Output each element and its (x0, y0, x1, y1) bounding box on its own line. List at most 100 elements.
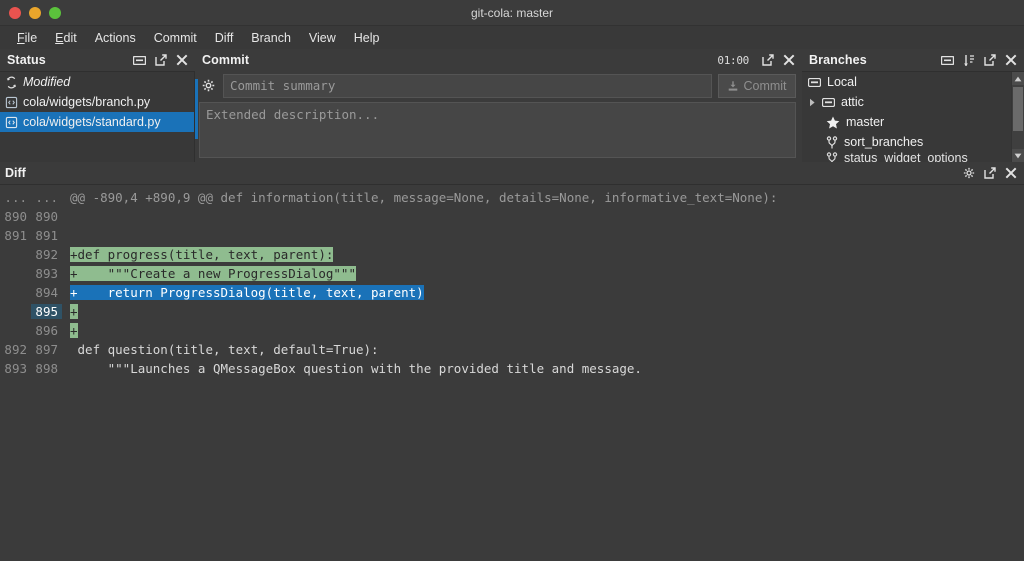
window-controls (0, 6, 61, 19)
commit-description-input[interactable] (199, 102, 796, 158)
status-row-branch-py[interactable]: cola/widgets/branch.py (0, 92, 195, 112)
branch-group-icon (808, 77, 821, 87)
status-panel: Status Modified cola/widgets/branch.py c… (0, 49, 195, 162)
diff-gutter-new: 891 (35, 228, 58, 243)
diff-line-text: + (70, 304, 78, 319)
status-group-modified[interactable]: Modified (0, 72, 195, 92)
commit-panel: Commit 01:00 Commit summary Commit Exten… (195, 49, 802, 162)
diff-hunk-header: ... ... @@ -890,4 +890,9 @@ def informat… (0, 188, 1024, 207)
menu-file[interactable]: File (8, 29, 46, 47)
status-row-label: cola/widgets/branch.py (23, 95, 151, 109)
branches-row-sort-branches[interactable]: sort_branches (802, 132, 1011, 152)
status-row-standard-py[interactable]: cola/widgets/standard.py (0, 112, 195, 132)
commit-panel-title: Commit (202, 53, 250, 67)
close-icon[interactable] (1005, 167, 1017, 179)
close-dot[interactable] (9, 6, 21, 19)
diff-row[interactable]: 892 897 def question(title, text, defaul… (0, 340, 1024, 359)
diff-gutter-new: 892 (35, 247, 58, 262)
close-icon[interactable] (176, 54, 188, 66)
minimize-icon[interactable] (133, 55, 146, 65)
menu-actions[interactable]: Actions (86, 29, 145, 47)
scrollbar-thumb[interactable] (1013, 87, 1023, 131)
diff-line-text: + """Create a new ProgressDialog""" (70, 266, 356, 281)
diff-row-added[interactable]: 893 + """Create a new ProgressDialog""" (0, 264, 1024, 283)
detach-icon[interactable] (155, 54, 167, 66)
status-group-label: Modified (23, 75, 71, 89)
minimize-icon[interactable] (941, 55, 954, 65)
commit-summary-input[interactable] (223, 73, 712, 98)
sort-icon[interactable] (963, 54, 975, 67)
diff-gutter-old: 890 (4, 209, 27, 224)
diff-gutter-new: 890 (35, 209, 58, 224)
close-icon[interactable] (1005, 54, 1017, 66)
branches-row-label: master (846, 115, 885, 129)
diff-panel-title: Diff (5, 166, 26, 180)
commit-icon (727, 80, 739, 92)
commit-body: Commit (195, 71, 802, 162)
diff-line-text: + (70, 323, 78, 338)
gear-icon[interactable] (963, 167, 975, 179)
branch-icon (826, 152, 838, 162)
maximize-dot[interactable] (49, 6, 61, 19)
branches-row-label: Local (827, 75, 857, 89)
menu-help[interactable]: Help (345, 29, 389, 47)
menu-view[interactable]: View (300, 29, 345, 47)
close-icon[interactable] (783, 54, 795, 66)
detach-icon[interactable] (762, 54, 774, 66)
menu-diff[interactable]: Diff (206, 29, 243, 47)
diff-view[interactable]: ... ... @@ -890,4 +890,9 @@ def informat… (0, 184, 1024, 561)
branches-row-label: sort_branches (844, 135, 924, 149)
gear-icon[interactable] (199, 79, 217, 92)
star-icon (826, 116, 840, 129)
diff-row[interactable]: 893 898 """Launches a QMessageBox questi… (0, 359, 1024, 378)
branches-row-local[interactable]: Local (802, 72, 1011, 92)
diff-line-text: """Launches a QMessageBox question with … (70, 361, 642, 376)
commit-clock: 01:00 (717, 53, 749, 67)
branches-tree[interactable]: Local attic master sort_branches status_… (802, 72, 1011, 162)
minimize-dot[interactable] (29, 6, 41, 19)
branch-icon (826, 135, 838, 149)
branches-row-label: status_widget_options (844, 152, 968, 162)
commit-panel-header: Commit 01:00 (195, 49, 802, 71)
chevron-right-icon[interactable] (808, 98, 816, 107)
diff-row-added[interactable]: 895 + (0, 302, 1024, 321)
detach-icon[interactable] (984, 54, 996, 66)
status-panel-header: Status (0, 49, 195, 71)
menu-edit[interactable]: Edit (46, 29, 86, 47)
diff-row[interactable]: 890 890 (0, 207, 1024, 226)
git-cola-window: git-cola: master File Edit Actions Commi… (0, 0, 1024, 561)
top-panels: Status Modified cola/widgets/branch.py c… (0, 49, 1024, 162)
branches-row-master[interactable]: master (802, 112, 1011, 132)
diff-gutter-new: 898 (35, 361, 58, 376)
scroll-up-arrow[interactable] (1012, 72, 1024, 85)
scrollbar-track[interactable] (1012, 85, 1024, 149)
diff-row-added[interactable]: 896 + (0, 321, 1024, 340)
diff-panel-header: Diff (0, 162, 1024, 184)
scroll-down-arrow[interactable] (1012, 149, 1024, 162)
status-list[interactable]: Modified cola/widgets/branch.py cola/wid… (0, 71, 195, 162)
diff-row[interactable]: 891 891 (0, 226, 1024, 245)
diff-gutter-old: ... (4, 190, 27, 205)
status-row-label: cola/widgets/standard.py (23, 115, 161, 129)
branches-scrollbar[interactable] (1011, 72, 1024, 162)
diff-panel: Diff ... ... @@ -890,4 +890,9 @@ def inf… (0, 162, 1024, 561)
detach-icon[interactable] (984, 167, 996, 179)
diff-row-added[interactable]: 892 +def progress(title, text, parent): (0, 245, 1024, 264)
diff-row-added-selected[interactable]: 894 + return ProgressDialog(title, text,… (0, 283, 1024, 302)
branches-body: Local attic master sort_branches status_… (802, 71, 1024, 162)
branches-row-attic[interactable]: attic (802, 92, 1011, 112)
branch-group-icon (822, 97, 835, 107)
window-title: git-cola: master (470, 5, 554, 20)
diff-gutter-new-current: 895 (31, 304, 62, 319)
status-panel-title: Status (7, 53, 46, 67)
commit-button[interactable]: Commit (718, 73, 796, 98)
menu-commit[interactable]: Commit (145, 29, 206, 47)
diff-gutter-new: 896 (35, 323, 58, 338)
diff-gutter-old: 893 (4, 361, 27, 376)
branches-row-label: attic (841, 95, 864, 109)
code-file-icon (5, 116, 18, 129)
code-file-icon (5, 96, 18, 109)
menu-branch[interactable]: Branch (242, 29, 300, 47)
branches-row-status-widget-options[interactable]: status_widget_options (802, 152, 1011, 162)
diff-gutter-new: 894 (35, 285, 58, 300)
